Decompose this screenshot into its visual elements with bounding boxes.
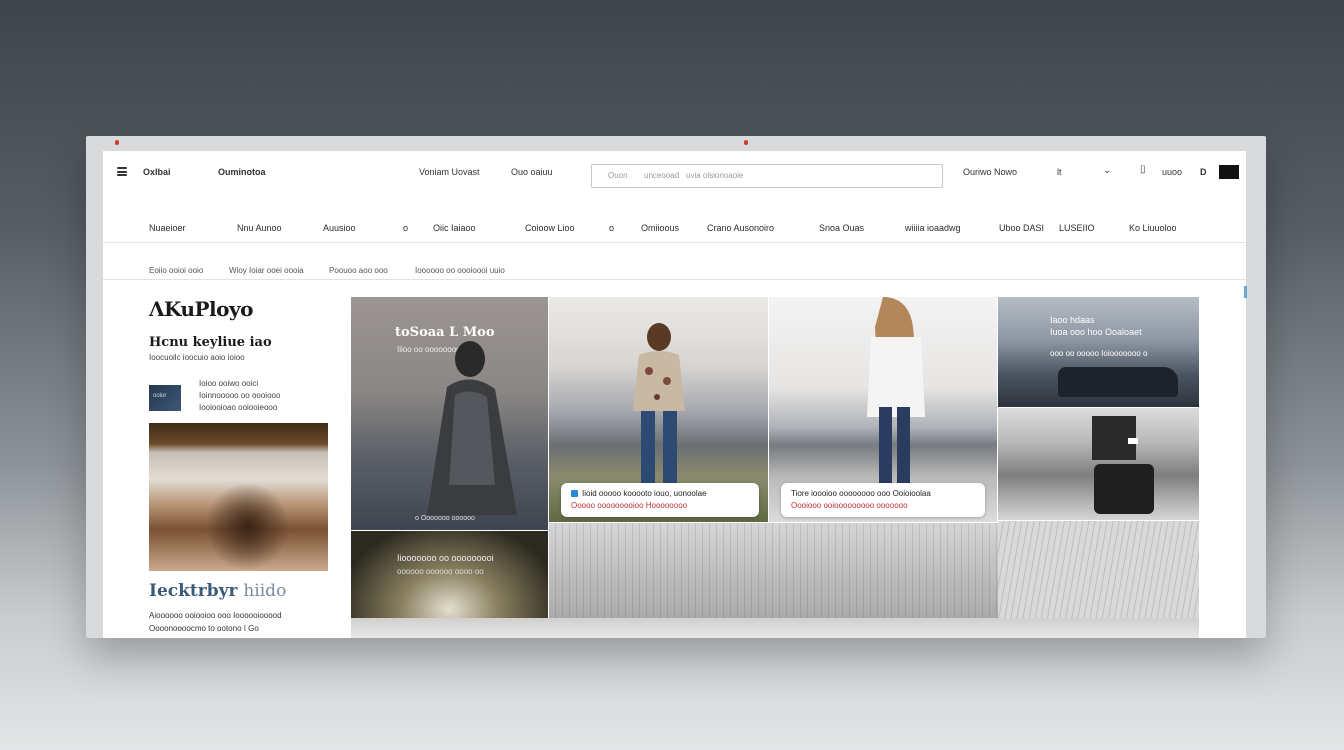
search-input[interactable]: Ouon unceooad uvia olsionoaoie [591, 164, 943, 188]
thumbnail-label: ooior [153, 393, 167, 399]
sidebar-line-1: Ioioo ooiwo ooici [199, 379, 259, 388]
search-placeholder-3: uvia olsionoaoie [686, 171, 744, 180]
grid-tile-structure[interactable] [998, 521, 1199, 618]
scrollbar-thumb[interactable] [1244, 286, 1247, 298]
sidebar-description: Ioocuoilc ioocuio aoio ioioo [149, 353, 245, 362]
subnav-item-4[interactable]: Ioooooo oo oooioooi uuio [415, 266, 505, 275]
grid-tile-architecture[interactable] [549, 523, 998, 618]
car-shape [1058, 367, 1178, 397]
nav-item-13[interactable]: LUSEIIO [1059, 223, 1095, 233]
tile1-caption: o Ooooooo oooooo [415, 515, 475, 522]
sidebar-brand: ΛKuPloyo [149, 297, 253, 321]
nav-item-9[interactable]: Crano Ausonoiro [707, 223, 774, 233]
brand-letter[interactable]: D [1200, 167, 1207, 177]
grid-tile-woman-white-top[interactable]: Tiore ioooioo oooooooo ooo Ooioioolaa Oo… [769, 297, 997, 522]
nav-item-1[interactable]: Nuaeioer [149, 223, 186, 233]
sidebar-line-2: Ioinnooooo oo oooiooo [199, 391, 281, 400]
subnav-item-3[interactable]: Poouoo aoo ooo [329, 266, 388, 275]
sidebar-footer-line-2[interactable]: Oooonoooocmo to ootono I Go [149, 624, 259, 633]
caption-right-line2: Oooiooo ooiooooooooo ooooooo [791, 501, 908, 510]
sidebar-footer-line-1: Aioooooo ooiooioo ooo Ioooooiooood [149, 611, 282, 620]
account-link[interactable]: Ouriwo Nowo [963, 167, 1017, 177]
header-link-2[interactable]: Ouo oaiuu [511, 167, 553, 177]
nav-item-12[interactable]: Uboo DASI [999, 223, 1044, 233]
nav-item-11[interactable]: wiiiia ioaadwg [905, 223, 961, 233]
nav-item-3[interactable]: Auusioo [323, 223, 356, 233]
woman-figure-2 [867, 297, 925, 485]
search-placeholder-2: unceooad [644, 171, 680, 180]
nav-item-2[interactable]: Nnu Aunoo [237, 223, 282, 233]
nav-item-14[interactable]: Ko Liuuoloo [1129, 223, 1177, 233]
badge-label: loo [1229, 185, 1238, 191]
menu-icon[interactable] [117, 167, 127, 176]
grid-bottom-strip [351, 618, 1199, 638]
tile4-line-3: ooo oo ooooo Ioiooooooo o [1050, 349, 1148, 358]
tile4-line-2: Iuoa ooo hoo Ooaloaet [1050, 327, 1142, 337]
tile6-line-2: oooooo oooooo oooo oo [397, 567, 484, 576]
main-nav: Nuaeioer Nnu Aunoo Auusioo o Oiic Iaiaoo… [103, 195, 1246, 243]
subnav-item-2[interactable]: Wioy Ioiar ooei oooia [229, 266, 304, 275]
nav-item-4[interactable]: o [403, 223, 408, 233]
sidebar-subheading-rest: hiido [243, 581, 287, 601]
tile6-line-1: Iiooooooo oo ooooooooi [397, 553, 494, 563]
header-link-1[interactable]: Voniam Uovast [419, 167, 480, 177]
logo[interactable]: Oxlbai [143, 167, 171, 177]
monitor-camera-dot [744, 140, 748, 145]
tile4-line-1: Iaoo hdaas [1050, 315, 1095, 325]
caption-right-line1: Tiore ioooioo oooooooo ooo Ooioioolaa [791, 489, 931, 498]
sidebar-line-3: Iooiooioao ooiooieooo [199, 403, 278, 412]
chevron-down-icon[interactable]: ⌄ [1103, 165, 1111, 176]
caption-left-line1: Iioid ooooo kooooto iouo, uonoolae [571, 488, 749, 500]
caption-card-left[interactable]: Iioid ooooo kooooto iouo, uonoolae Ooooo… [561, 483, 759, 517]
image-grid: toSoaa L Moo Iiioo oo oooooooo o Ooooooo… [351, 297, 1201, 638]
nav-item-6[interactable]: Coioow Lioo [525, 223, 575, 233]
top-header: Oxlbai Ouminotoa Voniam Uovast Ouo oaiuu… [103, 151, 1246, 195]
cart-link[interactable]: uuoo [1162, 167, 1182, 177]
badge-button[interactable]: loo [1219, 165, 1239, 191]
nav-item-7[interactable]: o [609, 223, 614, 233]
nav-item-8[interactable]: Omiioous [641, 223, 679, 233]
search-placeholder-1: Ouon [608, 171, 628, 180]
nav-item-10[interactable]: Snoa Ouas [819, 223, 864, 233]
browser-screen: Oxlbai Ouminotoa Voniam Uovast Ouo oaiuu… [103, 151, 1246, 638]
grid-tile-woman-standing[interactable]: Iioid ooooo kooooto iouo, uonoolae Ooooo… [549, 297, 768, 522]
nav-item-5[interactable]: Oiic Iaiaoo [433, 223, 476, 233]
account-extra[interactable]: lt [1057, 167, 1062, 177]
sidebar-feature-image[interactable] [149, 423, 328, 571]
woman-silhouette [427, 341, 517, 515]
person-shape [1094, 464, 1154, 514]
grid-tile-city[interactable] [998, 408, 1199, 520]
info-icon [571, 490, 578, 497]
grid-tile-woman-back[interactable]: toSoaa L Moo Iiioo oo oooooooo o Ooooooo… [351, 297, 548, 530]
sidebar-subheading-main: Iecktrbyr [149, 581, 238, 601]
site-name[interactable]: Ouminotoa [218, 167, 266, 177]
sub-nav: Eoiio ooioi ooio Wioy Ioiar ooei oooia P… [103, 244, 1246, 280]
grid-tile-car-street[interactable]: Iaoo hdaas Iuoa ooo hoo Ooaloaet ooo oo … [998, 297, 1199, 407]
grid-tile-car-interior[interactable]: Iiooooooo oo ooooooooi oooooo oooooo ooo… [351, 531, 548, 618]
monitor-frame: Oxlbai Ouminotoa Voniam Uovast Ouo oaiuu… [86, 136, 1266, 638]
caption-left-line2: Ooooo ooooooooioo Hoooooooo [571, 501, 688, 510]
sidebar: ΛKuPloyo Hcnu keyliue iao Ioocuoilc iooc… [103, 281, 351, 638]
monitor-indicator-dot [115, 140, 119, 145]
caption-left-line1-text: Iioid ooooo kooooto iouo, uonoolae [582, 489, 707, 498]
sidebar-heading: Hcnu keyliue iao [149, 335, 272, 350]
building-window [1128, 438, 1138, 444]
caption-card-right[interactable]: Tiore ioooioo oooooooo ooo Ooioioolaa Oo… [781, 483, 985, 517]
bookmark-icon[interactable]: ▯ [1140, 164, 1146, 175]
sidebar-subheading: Iecktrbyr hiido [149, 581, 286, 601]
subnav-item-1[interactable]: Eoiio ooioi ooio [149, 266, 203, 275]
